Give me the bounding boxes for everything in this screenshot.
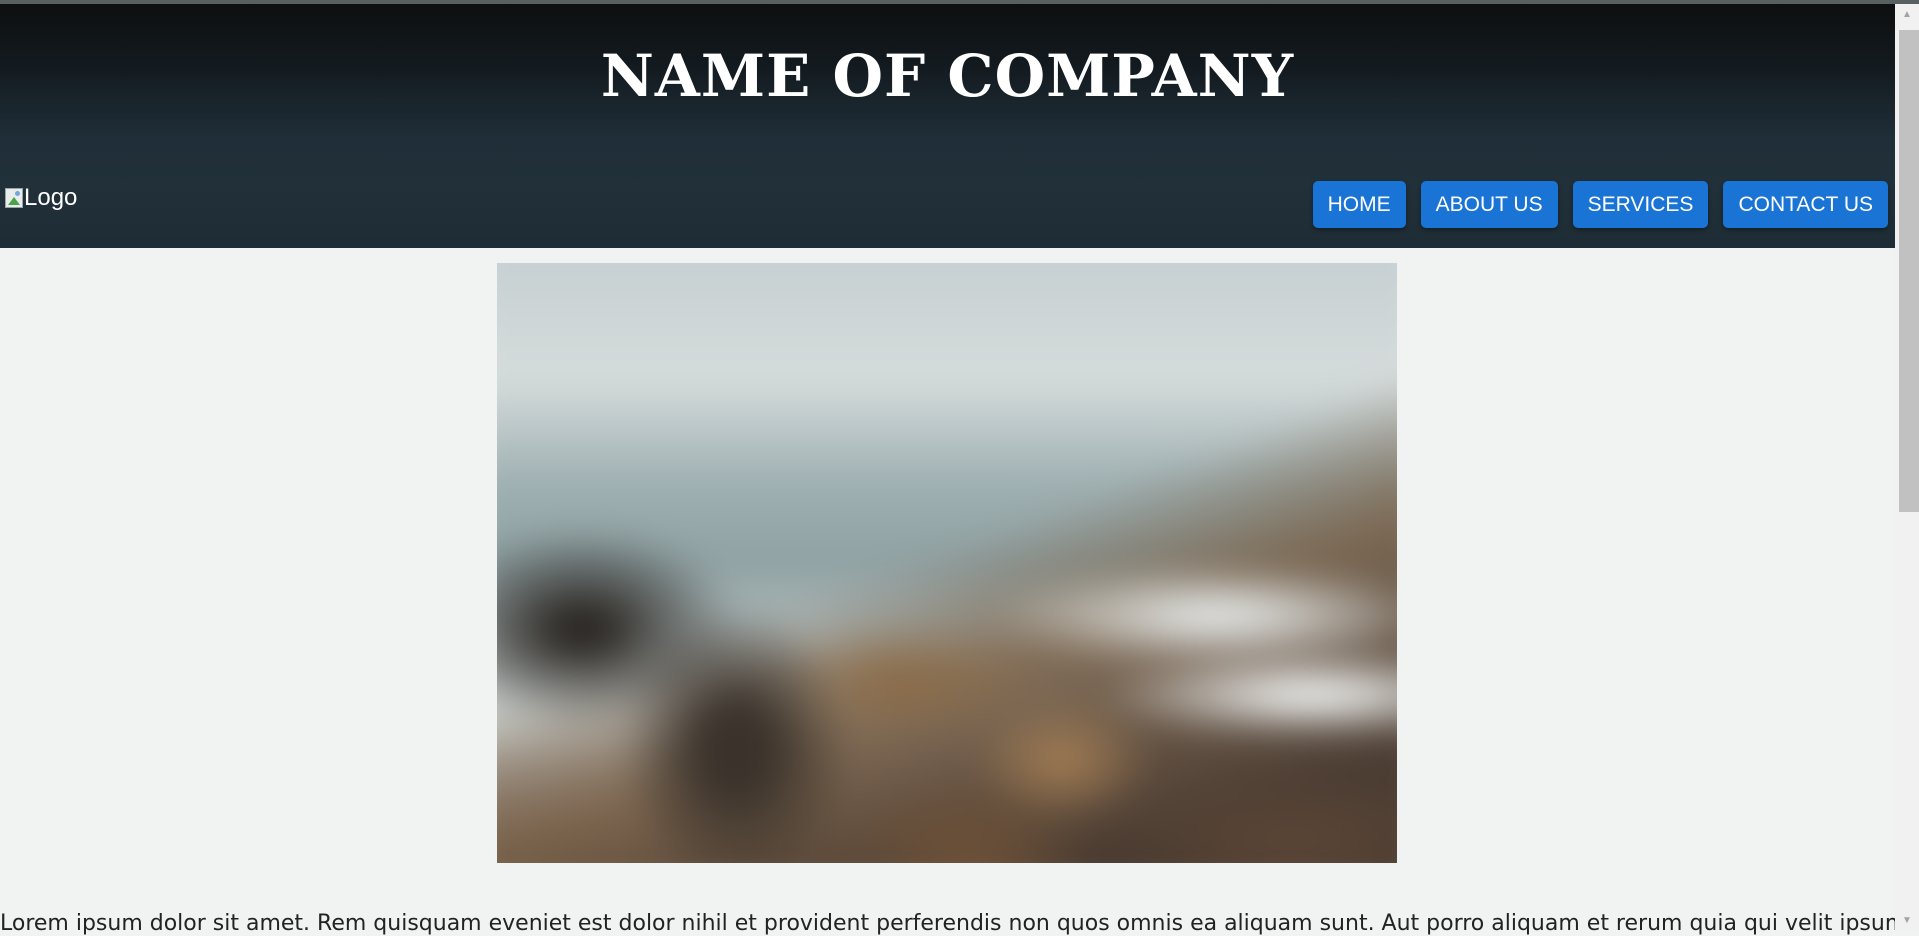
blurred-coastline-photo	[497, 263, 1397, 863]
nav-home-button[interactable]: HOME	[1312, 181, 1406, 228]
broken-image-icon	[4, 187, 24, 209]
hero-image	[497, 263, 1397, 863]
company-name-heading: NAME OF COMPANY	[600, 42, 1295, 110]
nav-about-us-button[interactable]: ABOUT US	[1420, 181, 1558, 228]
scroll-up-arrow-icon[interactable]: ▲	[1895, 4, 1919, 24]
nav-services-button[interactable]: SERVICES	[1572, 181, 1709, 228]
logo[interactable]: Logo	[4, 184, 77, 212]
scrollbar-thumb[interactable]	[1899, 30, 1919, 512]
nav-contact-us-button[interactable]: CONTACT US	[1723, 181, 1888, 228]
scroll-down-arrow-icon[interactable]: ▼	[1895, 910, 1919, 930]
vertical-scrollbar[interactable]: ▲ ▼	[1895, 4, 1919, 930]
logo-alt-text: Logo	[24, 184, 78, 211]
site-header: NAME OF COMPANY Logo HOME ABOUT US SERVI…	[0, 4, 1895, 248]
body-paragraph: Lorem ipsum dolor sit amet. Rem quisquam…	[0, 911, 1895, 936]
main-navigation: HOME ABOUT US SERVICES CONTACT US	[1312, 181, 1888, 228]
